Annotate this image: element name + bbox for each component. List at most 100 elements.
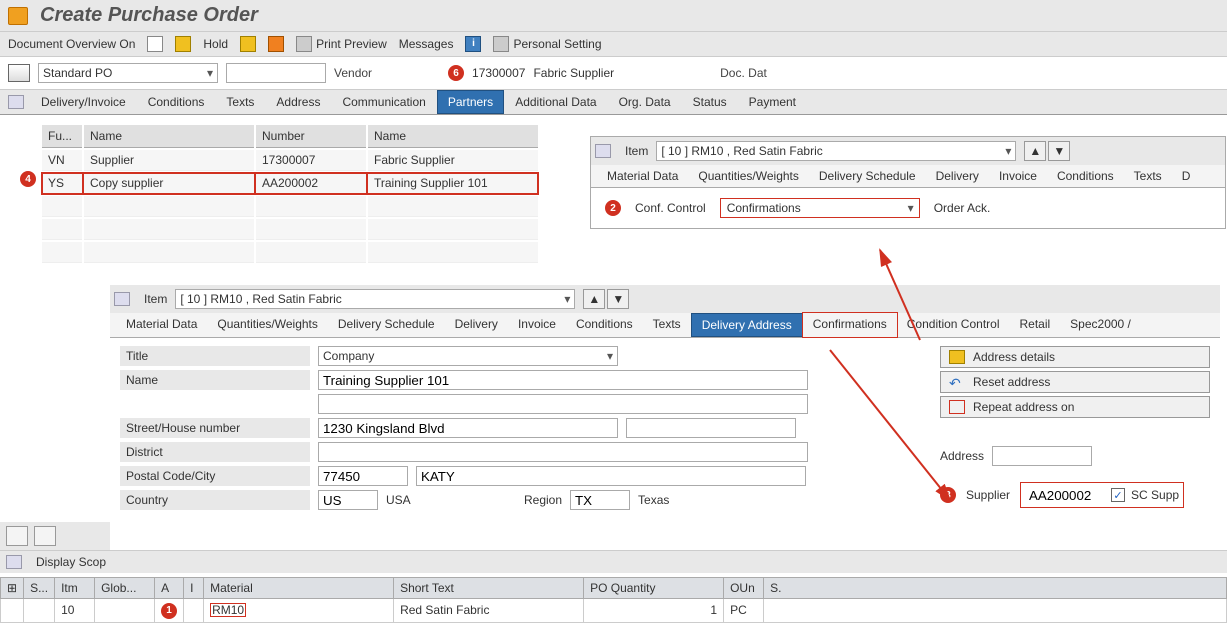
grid-row[interactable]: 10 1 RM10 Red Satin Fabric 1 PC <box>1 599 1227 623</box>
item-value2: [ 10 ] RM10 , Red Satin Fabric <box>180 292 341 306</box>
repeat-address-button[interactable]: Repeat address on <box>940 396 1210 418</box>
badge-1: 1 <box>161 603 177 619</box>
itab2-confirmations[interactable]: Confirmations <box>803 313 897 337</box>
tab-conditions[interactable]: Conditions <box>137 90 216 114</box>
gcol-s2: S. <box>764 578 1227 599</box>
reset-address-button[interactable]: ↶Reset address <box>940 371 1210 393</box>
country-code-input[interactable] <box>318 490 378 510</box>
itab-delivery[interactable]: Delivery <box>926 165 989 187</box>
expand-scope-icon[interactable] <box>6 555 22 569</box>
itab-sched[interactable]: Delivery Schedule <box>809 165 926 187</box>
tab-partners[interactable]: Partners <box>437 90 504 114</box>
street-label: Street/House number <box>120 418 310 438</box>
badge-4: 4 <box>20 171 36 187</box>
tab-address[interactable]: Address <box>265 90 331 114</box>
next-item2-button[interactable]: ▼ <box>607 289 629 309</box>
next-item-button[interactable]: ▼ <box>1048 141 1070 161</box>
new-icon[interactable] <box>147 36 163 52</box>
supplier-input[interactable] <box>1025 485 1105 505</box>
info-icon[interactable]: i <box>465 36 481 52</box>
gcell-qty: 1 <box>584 599 724 623</box>
itab-conditions[interactable]: Conditions <box>1047 165 1124 187</box>
item-dropdown2[interactable]: [ 10 ] RM10 , Red Satin Fabric <box>175 289 575 309</box>
region-name: Texas <box>638 493 669 507</box>
item-tabs-lower: Material Data Quantities/Weights Deliver… <box>110 313 1220 338</box>
personal-setting-button[interactable]: Personal Setting <box>493 36 601 52</box>
itab2-retail[interactable]: Retail <box>1009 313 1060 337</box>
itab2-invoice[interactable]: Invoice <box>508 313 566 337</box>
country-name: USA <box>386 493 516 507</box>
title-dropdown[interactable]: Company <box>318 346 618 366</box>
itab2-cond-ctrl[interactable]: Condition Control <box>897 313 1010 337</box>
tab-org-data[interactable]: Org. Data <box>608 90 682 114</box>
itab2-texts[interactable]: Texts <box>643 313 691 337</box>
hold-label: Hold <box>203 37 228 51</box>
expand-item-icon[interactable] <box>595 144 611 158</box>
region-code-input[interactable] <box>570 490 630 510</box>
itab-qty[interactable]: Quantities/Weights <box>688 165 809 187</box>
sc-supp-checkbox[interactable]: ✓ <box>1111 488 1125 502</box>
address-details-button[interactable]: Address details <box>940 346 1210 368</box>
itab-texts[interactable]: Texts <box>1124 165 1172 187</box>
tab-additional-data[interactable]: Additional Data <box>504 90 607 114</box>
title-value: Company <box>323 349 374 363</box>
gcell-oun: PC <box>724 599 764 623</box>
hold-button[interactable]: Hold <box>203 37 228 51</box>
item-grid: ⊞ S... Itm Glob... A I Material Short Te… <box>0 577 1227 623</box>
tab-texts[interactable]: Texts <box>215 90 265 114</box>
conf-control-dropdown[interactable]: Confirmations <box>720 198 920 218</box>
gcol-config[interactable]: ⊞ <box>1 578 24 599</box>
detail-toolbar <box>0 522 110 550</box>
itab-invoice[interactable]: Invoice <box>989 165 1047 187</box>
houseno-input[interactable] <box>626 418 796 438</box>
district-input[interactable] <box>318 442 808 462</box>
itab2-deliv-addr[interactable]: Delivery Address <box>691 313 803 337</box>
name-input[interactable] <box>318 370 808 390</box>
partner-row[interactable]: VN Supplier 17300007 Fabric Supplier <box>42 150 538 171</box>
partner-row-highlighted[interactable]: YS Copy supplier AA200002 Training Suppl… <box>42 173 538 194</box>
po-number-input[interactable] <box>226 63 326 83</box>
park-icon[interactable] <box>268 36 284 52</box>
tab-payment[interactable]: Payment <box>738 90 807 114</box>
cart-icon <box>8 64 30 82</box>
country-label: Country <box>120 490 310 510</box>
list-icon[interactable] <box>34 526 56 546</box>
street-input[interactable] <box>318 418 618 438</box>
print-preview-button[interactable]: Print Preview <box>296 36 387 52</box>
address-input[interactable] <box>992 446 1092 466</box>
tab-delivery-invoice[interactable]: Delivery/Invoice <box>30 90 137 114</box>
messages-button[interactable]: Messages <box>399 37 454 51</box>
itab2-material[interactable]: Material Data <box>116 313 207 337</box>
itab2-spec[interactable]: Spec2000 / <box>1060 313 1141 337</box>
itab2-conditions[interactable]: Conditions <box>566 313 643 337</box>
tab-status[interactable]: Status <box>682 90 738 114</box>
postal-input[interactable] <box>318 466 408 486</box>
item-value: [ 10 ] RM10 , Red Satin Fabric <box>661 144 822 158</box>
find-icon[interactable] <box>6 526 28 546</box>
po-type-dropdown[interactable]: Standard PO <box>38 63 218 83</box>
gcell-itm: 10 <box>55 599 95 623</box>
itab2-qty[interactable]: Quantities/Weights <box>207 313 328 337</box>
name2-input[interactable] <box>318 394 808 414</box>
messages-label: Messages <box>399 37 454 51</box>
city-input[interactable] <box>416 466 806 486</box>
itab-material[interactable]: Material Data <box>597 165 688 187</box>
gcell-material[interactable]: RM10 <box>210 603 246 617</box>
check-icon[interactable] <box>240 36 256 52</box>
name-label: Name <box>120 370 310 390</box>
cell-name1: Copy supplier <box>84 173 254 194</box>
app-icon <box>8 7 28 25</box>
expand-header-icon[interactable] <box>8 95 24 109</box>
expand-item2-icon[interactable] <box>114 292 130 306</box>
doc-overview-button[interactable]: Document Overview On <box>8 37 135 51</box>
itab-d[interactable]: D <box>1172 165 1201 187</box>
item-dropdown[interactable]: [ 10 ] RM10 , Red Satin Fabric <box>656 141 1016 161</box>
prev-item2-button[interactable]: ▲ <box>583 289 605 309</box>
itab2-sched[interactable]: Delivery Schedule <box>328 313 445 337</box>
tab-communication[interactable]: Communication <box>331 90 436 114</box>
itab2-delivery[interactable]: Delivery <box>445 313 508 337</box>
open-icon[interactable] <box>175 36 191 52</box>
prev-item-button[interactable]: ▲ <box>1024 141 1046 161</box>
vendor-label: Vendor <box>334 66 372 80</box>
gcol-glob: Glob... <box>95 578 155 599</box>
